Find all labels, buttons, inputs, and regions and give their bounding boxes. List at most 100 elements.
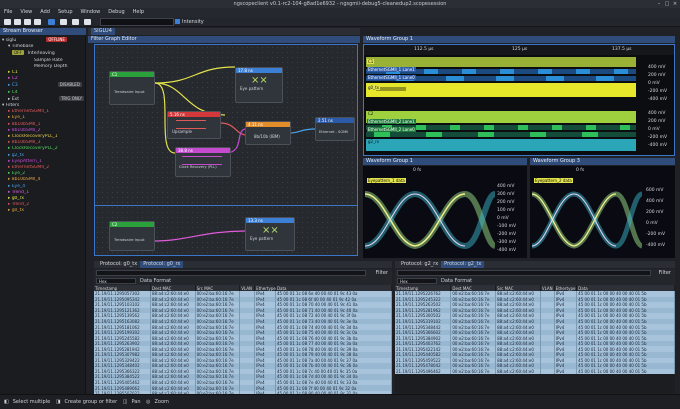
stop-icon[interactable] [34, 19, 41, 25]
menu-setup[interactable]: Setup [54, 8, 77, 17]
eye-label[interactable]: Eyepattern_2 data [534, 178, 573, 183]
history-icon[interactable] [48, 19, 55, 25]
waveform-group-1-header: Waveform Group 1 [363, 36, 675, 43]
eye-plot-2 [532, 191, 642, 249]
protocol-left-panel: Filter Hex Data Format Timestamp Dest MA… [94, 269, 393, 397]
tree-label: 8b10bSMII_4 [11, 177, 41, 183]
column-header[interactable]: Ethertype [554, 285, 578, 291]
table-cell: 00:e2:ba:60:16:7e [450, 329, 497, 336]
tree-item-scope[interactable]: ▾ siglu OFFLINE [2, 37, 86, 44]
menu-debug[interactable]: Debug [104, 8, 128, 17]
node-eye-pattern-2[interactable]: 13.3 ns ⨯⨯ Eye pattern [245, 217, 295, 251]
tab-siglu4[interactable]: SIGLU4 [91, 28, 115, 35]
track-label[interactable]: EthernetSGMII_1 Lane0 [367, 75, 416, 80]
tree-label: Ext [11, 96, 19, 102]
column-header[interactable]: Ethertype [254, 285, 276, 291]
table-cell: 00:e2:ba:60:16:7e [195, 318, 241, 325]
tree-item-c3[interactable]: ▸ C3 DISABLED [2, 82, 86, 89]
intensity-label: Intensity [182, 19, 204, 25]
maximize-icon[interactable]: □ [664, 1, 670, 7]
tab-protocol-g2-rx[interactable]: Protocol: g2_rx [398, 261, 441, 268]
node-eye-pattern-1[interactable]: 17.8 ns ⨯⨯ Eye pattern [235, 67, 283, 103]
clock-thumb-icon [182, 156, 222, 165]
table-cell: 88:a4:c2:60:44:e0 [495, 296, 541, 303]
table-cell: 88:a4:c2:60:44:e0 [150, 329, 196, 336]
table-cell: 00:e2:ba:60:16:7e [450, 335, 497, 341]
filter-input[interactable] [96, 270, 366, 276]
menu-help[interactable]: Help [129, 8, 148, 17]
data-format-select[interactable]: Hex [96, 278, 136, 284]
y-tick: -100 mV [497, 224, 517, 229]
table-cell: 00:e2:ba:60:16:7e [195, 296, 241, 303]
node-label: Ethernet - SGMII [319, 130, 349, 134]
tab-protocol-g0-tx[interactable]: Protocol: g0_tx [97, 261, 140, 268]
table-row[interactable]: 21.19/11.1295496462 00:e2:ba:60:16:7e 88:a… [395, 368, 675, 375]
y-tick: 0 mV [497, 216, 509, 221]
track-label[interactable]: EthernetSGMII_1 Lane1 [367, 67, 416, 72]
eye-diagram-2[interactable]: 0 fs Eyepattern_2 data 600 mV 400 mV 200… [530, 166, 675, 258]
tree-label: siglu [5, 38, 17, 43]
track-label[interactable]: EthernetSGMII_2 Lane0 [367, 127, 416, 132]
lock-icon[interactable] [84, 19, 91, 25]
force-trigger-icon[interactable] [24, 19, 31, 25]
track-label[interactable]: C2 [367, 111, 375, 116]
tree-label: Interleaving [27, 51, 55, 57]
node-label: 8b/10b (IBM) [254, 134, 280, 139]
tab-protocol-g0-rx[interactable]: Protocol: g0_rx [140, 261, 184, 268]
close-icon[interactable]: × [672, 1, 678, 7]
menu-add[interactable]: Add [36, 8, 54, 17]
node-c2-input[interactable]: C2 Trendsaire Input [109, 221, 155, 251]
time-axis[interactable]: 112.5 µs 125 µs 137.5 µs [364, 45, 674, 55]
eye-diagram-1[interactable]: 0 fs Eyepattern_1 data 400 mV 300 mV 200… [363, 166, 527, 258]
track-label[interactable]: EthernetSGMII_2 Lane1 [367, 119, 416, 124]
tree-label: Filters [5, 103, 20, 109]
filter-graph-canvas[interactable]: C1 Trendsaire Input 17.8 ns ⨯⨯ Eye patte… [94, 44, 358, 256]
table-cell: 88:a4:c2:60:44:e0 [495, 291, 541, 297]
node-upsample[interactable]: 5.16 ns Upsample [167, 111, 221, 139]
table-cell: 88:a4:c2:60:44:e0 [495, 307, 541, 314]
table-cell: 00:e2:ba:60:16:7e [195, 368, 241, 375]
fullscreen-icon[interactable] [72, 19, 79, 25]
node-ethernet-sgmii[interactable]: 2.51 ns Ethernet - SGMII [315, 117, 355, 141]
tab-protocol-g2-tx[interactable]: Protocol: g2_tx [441, 261, 485, 268]
eye-label[interactable]: Eyepattern_1 data [367, 178, 406, 183]
track-label[interactable]: g0_tx [367, 85, 381, 90]
center-tabbar: SIGLU4 [88, 28, 360, 35]
menu-view[interactable]: View [16, 8, 36, 17]
menu-file[interactable]: File [0, 8, 16, 17]
status-bar: ◧ Select multiple ◨ Create group or filter… [0, 394, 680, 408]
table-cell: 88:a4:c2:60:44:e0 [495, 335, 541, 341]
track-label[interactable]: C1 [367, 59, 375, 64]
y-tick: 0 mV [646, 221, 658, 226]
table-cell: 88:a4:c2:60:44:e0 [495, 302, 541, 308]
waveform-group-1[interactable]: 112.5 µs 125 µs 137.5 µs C1 EthernetSGMI… [363, 44, 675, 156]
table-cell: 00:e2:ba:60:16:7e [195, 329, 241, 336]
node-clock-recovery[interactable]: 38.8 ns Clock Recovery (PLL) [175, 147, 231, 177]
table-cell: 00:e2:ba:60:16:7e [195, 291, 241, 297]
intensity-icon [175, 19, 180, 24]
tree-label: g0_rx [11, 196, 25, 202]
filter-input[interactable] [397, 270, 651, 276]
single-trigger-icon[interactable] [14, 19, 21, 25]
column-header[interactable]: VLAN [540, 285, 555, 291]
tree-item-interleaving[interactable]: OFF Interleaving [2, 50, 86, 57]
track-label[interactable]: g2_rx [367, 139, 380, 144]
data-format-select[interactable]: Hex [397, 278, 437, 284]
menu-window[interactable]: Window [77, 8, 105, 17]
y-tick: -200 mV [648, 135, 668, 140]
refresh-icon[interactable] [60, 19, 67, 25]
table-cell: 00:e2:ba:60:16:7e [195, 324, 241, 330]
tree-item-filter[interactable]: ▸ g0_tx [2, 208, 86, 214]
minimize-icon[interactable]: – [656, 1, 662, 7]
node-8b10b[interactable]: 4.11 ns 8b/10b (IBM) [245, 121, 291, 145]
table-cell: 88:a4:c2:60:44:e0 [150, 318, 196, 325]
stream-browser-title: Stream Browser [3, 28, 43, 34]
intensity-slider[interactable] [100, 18, 174, 26]
table-cell: 00:e2:ba:60:16:7e [450, 302, 497, 308]
tree-item-ext[interactable]: ▸ Ext TRIG ONLY [2, 95, 86, 103]
tree-label: 8b10bSMII_2 [11, 127, 41, 133]
y-tick: -200 mV [497, 232, 517, 237]
node-c1-input[interactable]: C1 Trendsaire Input [109, 71, 155, 105]
table-cell: 88:a4:c2:60:44:e0 [495, 329, 541, 336]
run-icon[interactable] [4, 19, 11, 25]
